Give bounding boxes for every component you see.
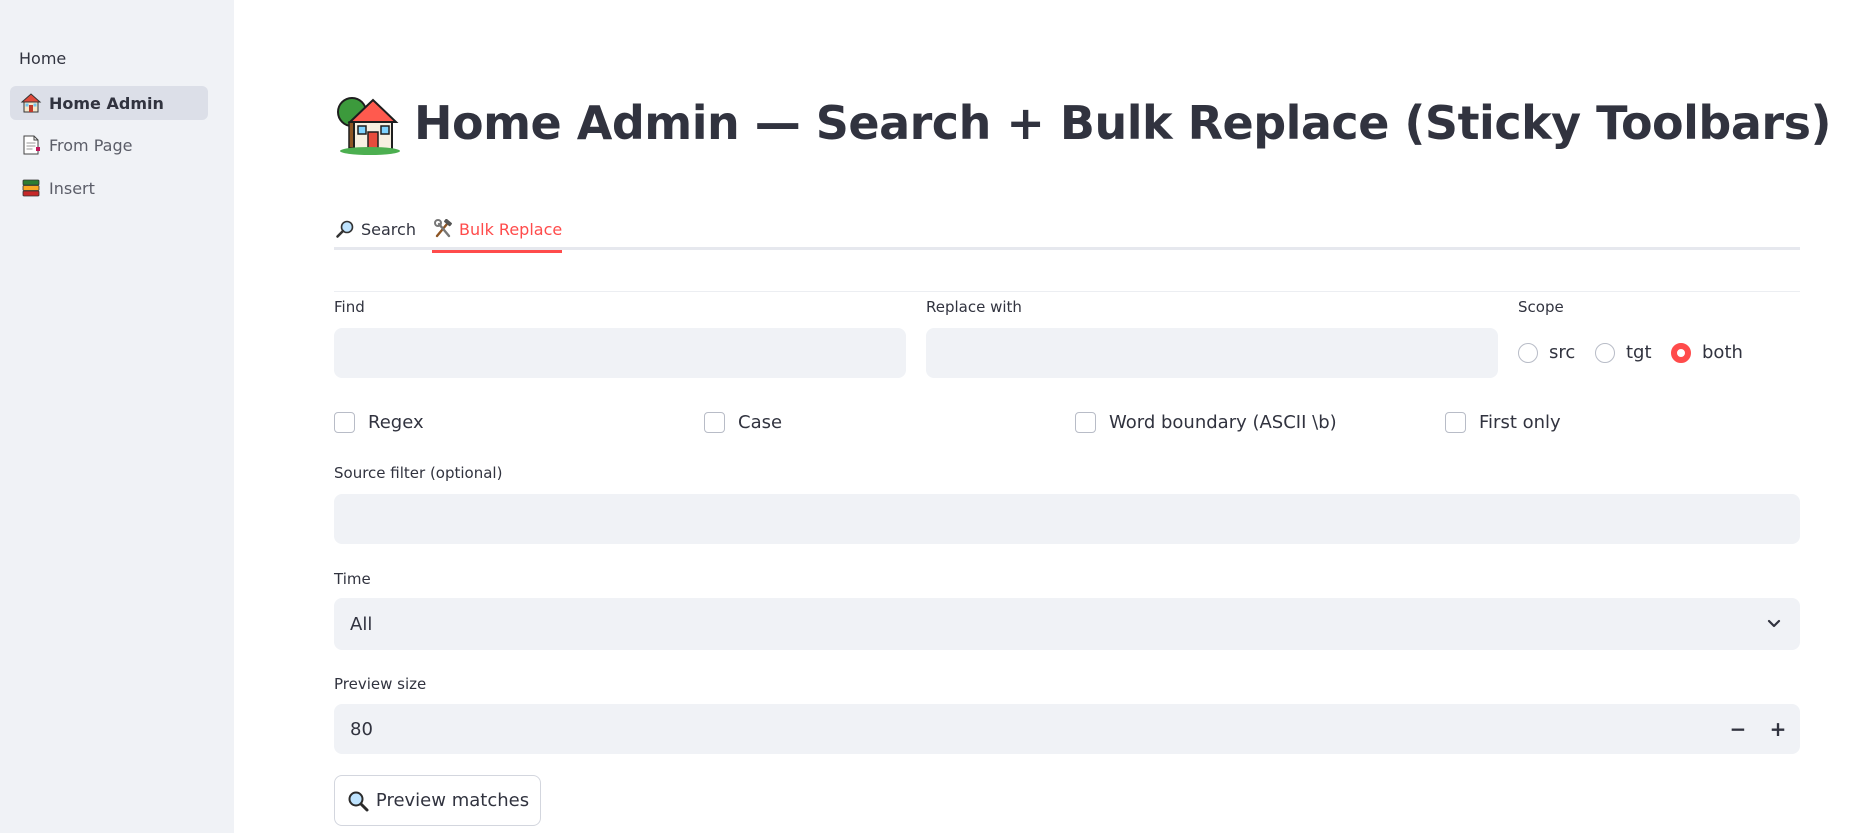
sidebar-item-label: From Page: [49, 135, 133, 155]
preview-matches-button[interactable]: Preview matches: [334, 775, 541, 826]
scope-label: Scope: [1518, 298, 1564, 316]
tab-bar: Search Bulk Replace: [334, 206, 1800, 253]
checkbox-label: Word boundary (ASCII \b): [1109, 412, 1337, 433]
button-label: Preview matches: [375, 790, 530, 811]
replace-input[interactable]: [926, 328, 1498, 378]
preview-size-value[interactable]: 80: [350, 719, 373, 740]
replace-label: Replace with: [926, 298, 1022, 316]
sidebar-home-link[interactable]: Home: [19, 49, 66, 68]
chevron-down-icon: [1766, 615, 1782, 636]
checkbox-box: [1445, 412, 1466, 433]
time-selected-value: All: [350, 613, 373, 635]
preview-size-label: Preview size: [334, 675, 427, 693]
sidebar-item-label: Home Admin: [49, 93, 164, 113]
first-only-checkbox[interactable]: First only: [1445, 412, 1561, 433]
house-icon: [20, 92, 42, 114]
checkbox-box: [1075, 412, 1096, 433]
checkbox-box: [704, 412, 725, 433]
time-label: Time: [334, 570, 371, 588]
radio-circle: [1671, 342, 1691, 363]
books-icon: [20, 177, 42, 199]
magnifier-icon: [334, 218, 356, 240]
sidebar-item-label: Insert: [49, 178, 95, 198]
radio-label: tgt: [1626, 342, 1652, 363]
regex-checkbox[interactable]: Regex: [334, 412, 424, 433]
page-title-text: Home Admin — Search + Bulk Replace (Stic…: [414, 96, 1831, 150]
radio-label: both: [1702, 342, 1743, 363]
house-with-garden-icon: [334, 90, 400, 156]
sidebar-item-insert[interactable]: Insert: [10, 171, 208, 205]
tab-label: Search: [361, 219, 416, 239]
source-filter-input[interactable]: [334, 494, 1800, 544]
find-label: Find: [334, 298, 365, 316]
divider: [334, 291, 1800, 292]
find-input[interactable]: [334, 328, 906, 378]
magnifying-glass-icon: [346, 789, 370, 813]
checkbox-box: [334, 412, 355, 433]
tab-label: Bulk Replace: [459, 219, 563, 239]
case-checkbox[interactable]: Case: [704, 412, 782, 433]
page-icon: [20, 134, 42, 156]
decrement-button[interactable]: −: [1718, 704, 1758, 754]
scope-radio-src[interactable]: src: [1518, 342, 1575, 363]
sidebar: Home Home Admin From Page Insert: [0, 0, 234, 833]
checkbox-label: Case: [738, 412, 783, 433]
preview-size-stepper[interactable]: 80 − +: [334, 704, 1800, 754]
time-select[interactable]: All: [334, 598, 1800, 650]
increment-button[interactable]: +: [1758, 704, 1798, 754]
radio-circle: [1595, 342, 1615, 363]
page-title: Home Admin — Search + Bulk Replace (Stic…: [334, 90, 1831, 156]
tab-search[interactable]: Search: [334, 210, 416, 248]
checkbox-label: First only: [1479, 412, 1561, 433]
word-boundary-checkbox[interactable]: Word boundary (ASCII \b): [1075, 412, 1337, 433]
source-filter-label: Source filter (optional): [334, 464, 503, 482]
checkbox-label: Regex: [368, 412, 424, 433]
radio-label: src: [1549, 342, 1576, 363]
radio-circle: [1518, 342, 1538, 363]
sidebar-item-from-page[interactable]: From Page: [10, 128, 208, 162]
tab-bulk-replace[interactable]: Bulk Replace: [432, 210, 563, 253]
hammer-wrench-icon: [432, 218, 454, 240]
scope-radio-both[interactable]: both: [1671, 342, 1743, 363]
scope-radio-tgt[interactable]: tgt: [1595, 342, 1652, 363]
sidebar-item-home-admin[interactable]: Home Admin: [10, 86, 208, 120]
